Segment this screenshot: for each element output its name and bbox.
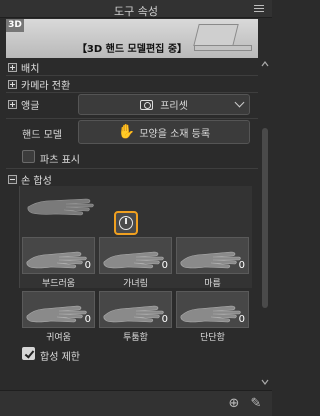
pose-lock-button[interactable] <box>114 211 138 235</box>
hand-preview-image <box>27 198 94 216</box>
section-label: 카메라 전환 <box>21 80 71 92</box>
banner-caption: 【3D 핸드 모델편집 중】 <box>76 44 188 55</box>
preset-count: 0 <box>84 260 91 271</box>
hand-thumbnail <box>26 251 87 269</box>
preset-count: 0 <box>161 314 168 325</box>
mode-banner: 3D 【3D 핸드 모델편집 중】 <box>6 19 258 58</box>
preset-label: 귀여움 <box>46 333 71 343</box>
hand-thumbnail <box>103 251 164 269</box>
preset-count: 0 <box>84 314 91 325</box>
scroll-up-icon[interactable] <box>261 60 269 68</box>
scrollbar[interactable] <box>260 58 270 388</box>
preset-label: 투툼함 <box>123 333 148 343</box>
show-joints-checkbox[interactable] <box>22 150 35 163</box>
register-shape-label: 모양을 소재 등록 <box>139 128 211 140</box>
preset-tile[interactable]: 0 <box>176 291 249 328</box>
hand-thumbnail <box>180 305 241 323</box>
preset-tile[interactable]: 0 <box>176 237 249 274</box>
scrollbar-thumb[interactable] <box>262 128 268 308</box>
wrench-icon[interactable]: ✎ <box>248 396 264 412</box>
angle-dropdown[interactable]: 프리셋 <box>78 94 250 115</box>
section-label: 배치 <box>21 63 40 75</box>
preset-label: 부드러움 <box>41 279 76 289</box>
hand-thumbnail <box>103 305 164 323</box>
scroll-down-icon[interactable] <box>261 378 269 386</box>
camera-icon <box>140 99 154 110</box>
preset-tile[interactable]: 0 <box>22 237 95 274</box>
section-camera[interactable]: 카메라 전환 <box>8 77 71 92</box>
section-placement[interactable]: 배치 <box>8 60 40 75</box>
preset-count: 0 <box>238 314 245 325</box>
register-shape-button[interactable]: ✋ 모양을 소재 등록 <box>78 120 250 144</box>
lock-dial-icon <box>119 216 133 230</box>
expand-icon[interactable] <box>8 99 17 109</box>
title-bar: 도구 속성 <box>0 0 272 18</box>
expand-icon[interactable] <box>8 62 17 72</box>
divider <box>6 118 258 119</box>
footer-bar: ⊕ ✎ <box>0 390 272 416</box>
preset-count: 0 <box>161 260 168 271</box>
badge-3d: 3D <box>6 19 24 32</box>
limit-pose-checkbox[interactable] <box>22 347 35 360</box>
preset-tile[interactable]: 0 <box>99 291 172 328</box>
section-label: 앵글 <box>21 100 40 112</box>
hand-thumbnail <box>180 251 241 269</box>
section-angle[interactable]: 앵글 <box>8 97 40 112</box>
hand-icon: ✋ <box>117 124 136 140</box>
section-hand-pose[interactable]: 손 합성 <box>8 172 52 187</box>
preset-label: 단단함 <box>200 333 225 343</box>
preset-tile[interactable]: 0 <box>22 291 95 328</box>
hand-thumbnail <box>26 305 87 323</box>
chevron-down-icon <box>234 97 245 108</box>
menu-icon[interactable] <box>250 2 268 16</box>
preset-label: 마름 <box>204 279 221 289</box>
reset-down-icon[interactable]: ⊕ <box>226 396 242 412</box>
divider <box>6 168 258 169</box>
preset-tile[interactable]: 0 <box>99 237 172 274</box>
dropdown-value: 프리셋 <box>160 101 188 112</box>
show-joints-label: 파츠 표시 <box>40 155 80 166</box>
preset-label: 가녀림 <box>123 279 148 289</box>
divider <box>6 92 258 93</box>
limit-pose-label: 합성 제한 <box>40 352 80 363</box>
expand-icon[interactable] <box>8 79 17 89</box>
window-title: 도구 속성 <box>114 5 158 18</box>
section-label: 손 합성 <box>21 175 52 187</box>
hand-model-label: 핸드 모델 <box>22 130 62 141</box>
preset-count: 0 <box>238 260 245 271</box>
collapse-icon[interactable] <box>8 174 17 184</box>
